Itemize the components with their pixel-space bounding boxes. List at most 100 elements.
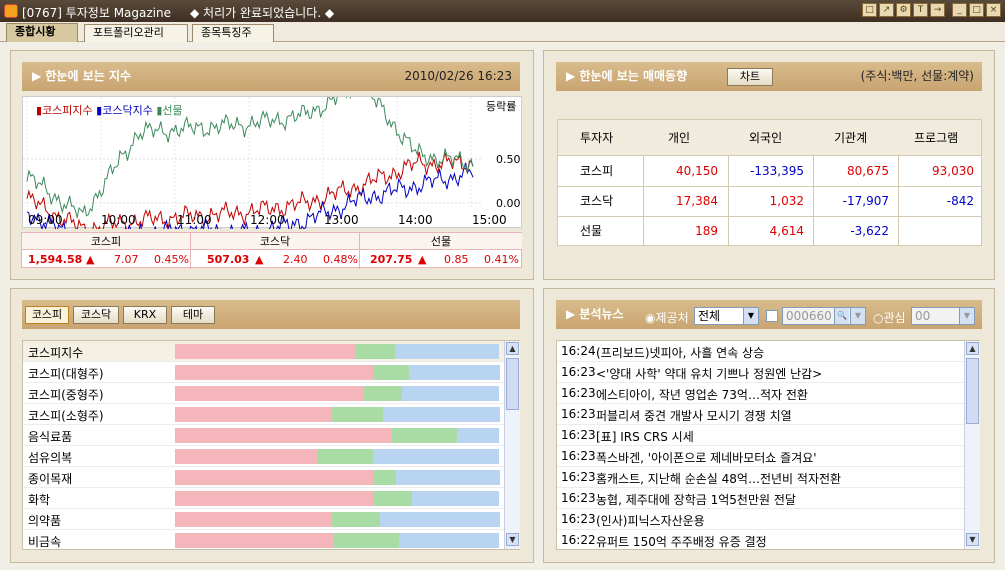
scroll-down-icon[interactable]: ▼: [966, 533, 979, 546]
trade-cell: -3,622: [850, 224, 889, 238]
news-headline: 퍼블리셔 중견 개발사 모시기 경쟁 치열: [596, 409, 792, 423]
scroll-down-icon[interactable]: ▼: [506, 533, 519, 546]
col-foreign: 외국인: [749, 131, 783, 145]
news-item[interactable]: 16:22 유퍼트 150억 주주배정 유증 결정: [557, 530, 965, 549]
news-headline: 농협, 제주대에 장학금 1억5천만원 전달: [596, 493, 796, 507]
sector-bar-down: [383, 407, 500, 422]
index-summary-kospi: 코스피 1,594.58 ▲ 7.07 0.45%: [22, 233, 191, 269]
news-scrollbar[interactable]: ▲ ▼: [964, 341, 980, 549]
trade-cell: 1,032: [769, 194, 804, 208]
sector-scrollbar[interactable]: ▲ ▼: [504, 341, 520, 549]
sector-bar-up: [175, 512, 331, 527]
scroll-up-icon[interactable]: ▲: [966, 342, 979, 355]
sector-row[interactable]: 섬유의복: [23, 446, 505, 467]
market-kosdaq-button[interactable]: 코스닥: [73, 306, 119, 324]
sector-bar-flat: [334, 533, 399, 548]
y-tick: 0.50: [496, 153, 521, 166]
scroll-thumb[interactable]: [966, 358, 979, 424]
news-item[interactable]: 16:23 폭스바겐, '아이폰으로 제네바모터쇼 즐겨요': [557, 446, 965, 467]
col-individual: 개인: [668, 131, 691, 145]
trade-cell: -842: [946, 194, 974, 208]
news-list: 16:24 (프리보드)넷피아, 사흘 연속 상승 16:23 <'양대 사학' 약대…: [556, 340, 980, 550]
news-item[interactable]: 16:23 농협, 제주대에 장학금 1억5천만원 전달: [557, 488, 965, 509]
sector-bar-down: [399, 533, 499, 548]
trade-cell: -133,395: [750, 164, 804, 178]
trade-cell: 17,384: [676, 194, 718, 208]
scroll-thumb[interactable]: [506, 358, 519, 410]
market-kospi-button[interactable]: 코스피: [25, 306, 69, 324]
trade-table: 투자자 개인 외국인 기관계 프로그램 코스피 40,150 -133,395 80,…: [557, 119, 982, 246]
trade-cell: 40,150: [676, 164, 718, 178]
news-item[interactable]: 16:24 (프리보드)넷피아, 사흘 연속 상승: [557, 341, 965, 362]
provider-radio[interactable]: ◉제공처: [645, 309, 689, 326]
news-item[interactable]: 16:23 <'양대 사학' 약대 유치 기쁘나 정원엔 난감>: [557, 362, 965, 383]
news-time: 16:23: [561, 407, 596, 421]
chart-button[interactable]: 차트: [727, 68, 773, 86]
sector-bar-up: [175, 407, 331, 422]
x-tick: 13:00: [324, 213, 359, 227]
sector-row[interactable]: 화학: [23, 488, 505, 509]
sector-row[interactable]: 종이목재: [23, 467, 505, 488]
up-arrow-icon: ▲: [255, 253, 264, 266]
sector-row[interactable]: 음식료품: [23, 425, 505, 446]
close-icon[interactable]: ×: [986, 3, 1001, 17]
search-icon[interactable]: 🔍: [834, 308, 849, 324]
tab-portfolio[interactable]: 포트폴리오관리: [84, 24, 188, 42]
arrow-icon[interactable]: →: [930, 3, 945, 17]
index-panel-title: ▶ 한눈에 보는 지수: [32, 69, 132, 83]
sector-row[interactable]: 의약품: [23, 509, 505, 530]
sector-row[interactable]: 코스피(대형주): [23, 362, 505, 383]
sector-row[interactable]: 코스피지수: [23, 341, 505, 362]
sector-bar-down: [457, 428, 499, 443]
code-checkbox[interactable]: [766, 310, 778, 322]
sector-name: 음식료품: [28, 430, 73, 444]
text-icon[interactable]: T: [913, 3, 928, 17]
col-program: 프로그램: [914, 131, 959, 145]
news-item[interactable]: 16:23 홈캐스트, 지난해 순손실 48억…전년비 적자전환: [557, 467, 965, 488]
interest-select[interactable]: 00 ▼: [911, 307, 975, 325]
chevron-down-icon[interactable]: ▼: [850, 308, 865, 324]
tab-market-overview[interactable]: 종합시황: [6, 23, 78, 42]
index-summary-table: 코스피 1,594.58 ▲ 7.07 0.45% 코스닥 507.03 ▲ 2…: [21, 232, 522, 269]
minimize-icon[interactable]: _: [952, 3, 967, 17]
sector-row[interactable]: 비금속: [23, 530, 505, 549]
x-tick: 10:00: [101, 213, 136, 227]
news-time: 16:23: [561, 491, 596, 505]
link-icon[interactable]: □: [862, 3, 877, 17]
sector-row[interactable]: 코스피(소형주): [23, 404, 505, 425]
news-item[interactable]: 16:23 (인사)피닉스자산운용: [557, 509, 965, 530]
sector-bar-up: [175, 344, 356, 359]
scroll-up-icon[interactable]: ▲: [506, 342, 519, 355]
sector-bar-flat: [373, 365, 409, 380]
news-time: 16:22: [561, 533, 596, 547]
sector-list: 코스피지수코스피(대형주) 코스피(중형주) 코스피(소형주) 음식료품섬유의복종이목…: [22, 340, 520, 550]
window-title: [0767] 투자정보 Magazine: [22, 6, 171, 20]
news-item[interactable]: 16:23 [표] IRS CRS 시세: [557, 425, 965, 446]
provider-select[interactable]: 전체 ▼: [694, 307, 759, 325]
y-axis-label: 등락률: [486, 100, 517, 113]
news-item[interactable]: 16:23 퍼블리셔 중견 개발사 모시기 경쟁 치열: [557, 404, 965, 425]
sector-bar-down: [409, 365, 500, 380]
market-krx-button[interactable]: KRX: [123, 306, 167, 324]
sector-row[interactable]: 코스피(중형주): [23, 383, 505, 404]
stock-code-input[interactable]: 000660 🔍 ▼: [782, 307, 866, 325]
settings-icon[interactable]: ⚙: [896, 3, 911, 17]
news-headline: 폭스바겐, '아이폰으로 제네바모터쇼 즐겨요': [596, 451, 817, 465]
title-bar: [0767] 투자정보 Magazine ◆ 처리가 완료되었습니다. ◆ □ …: [0, 0, 1005, 22]
col-investor: 투자자: [580, 131, 614, 145]
interest-radio[interactable]: ○관심: [873, 309, 906, 326]
sector-name: 코스피(중형주): [28, 388, 104, 402]
col-institution: 기관계: [834, 131, 868, 145]
trade-row-label: 코스피: [580, 164, 614, 178]
tab-featured-stocks[interactable]: 종목특징주: [192, 24, 274, 42]
popout-icon[interactable]: ↗: [879, 3, 894, 17]
sector-bar-down: [395, 344, 499, 359]
sector-name: 코스피(대형주): [28, 367, 104, 381]
market-theme-button[interactable]: 테마: [171, 306, 215, 324]
sector-name: 섬유의복: [28, 451, 73, 465]
news-item[interactable]: 16:23 에스티아이, 작년 영업손 73억…적자 전환: [557, 383, 965, 404]
maximize-icon[interactable]: □: [969, 3, 984, 17]
sector-bar-up: [175, 470, 373, 485]
sector-bar-flat: [373, 470, 396, 485]
sector-bar-up: [175, 449, 318, 464]
